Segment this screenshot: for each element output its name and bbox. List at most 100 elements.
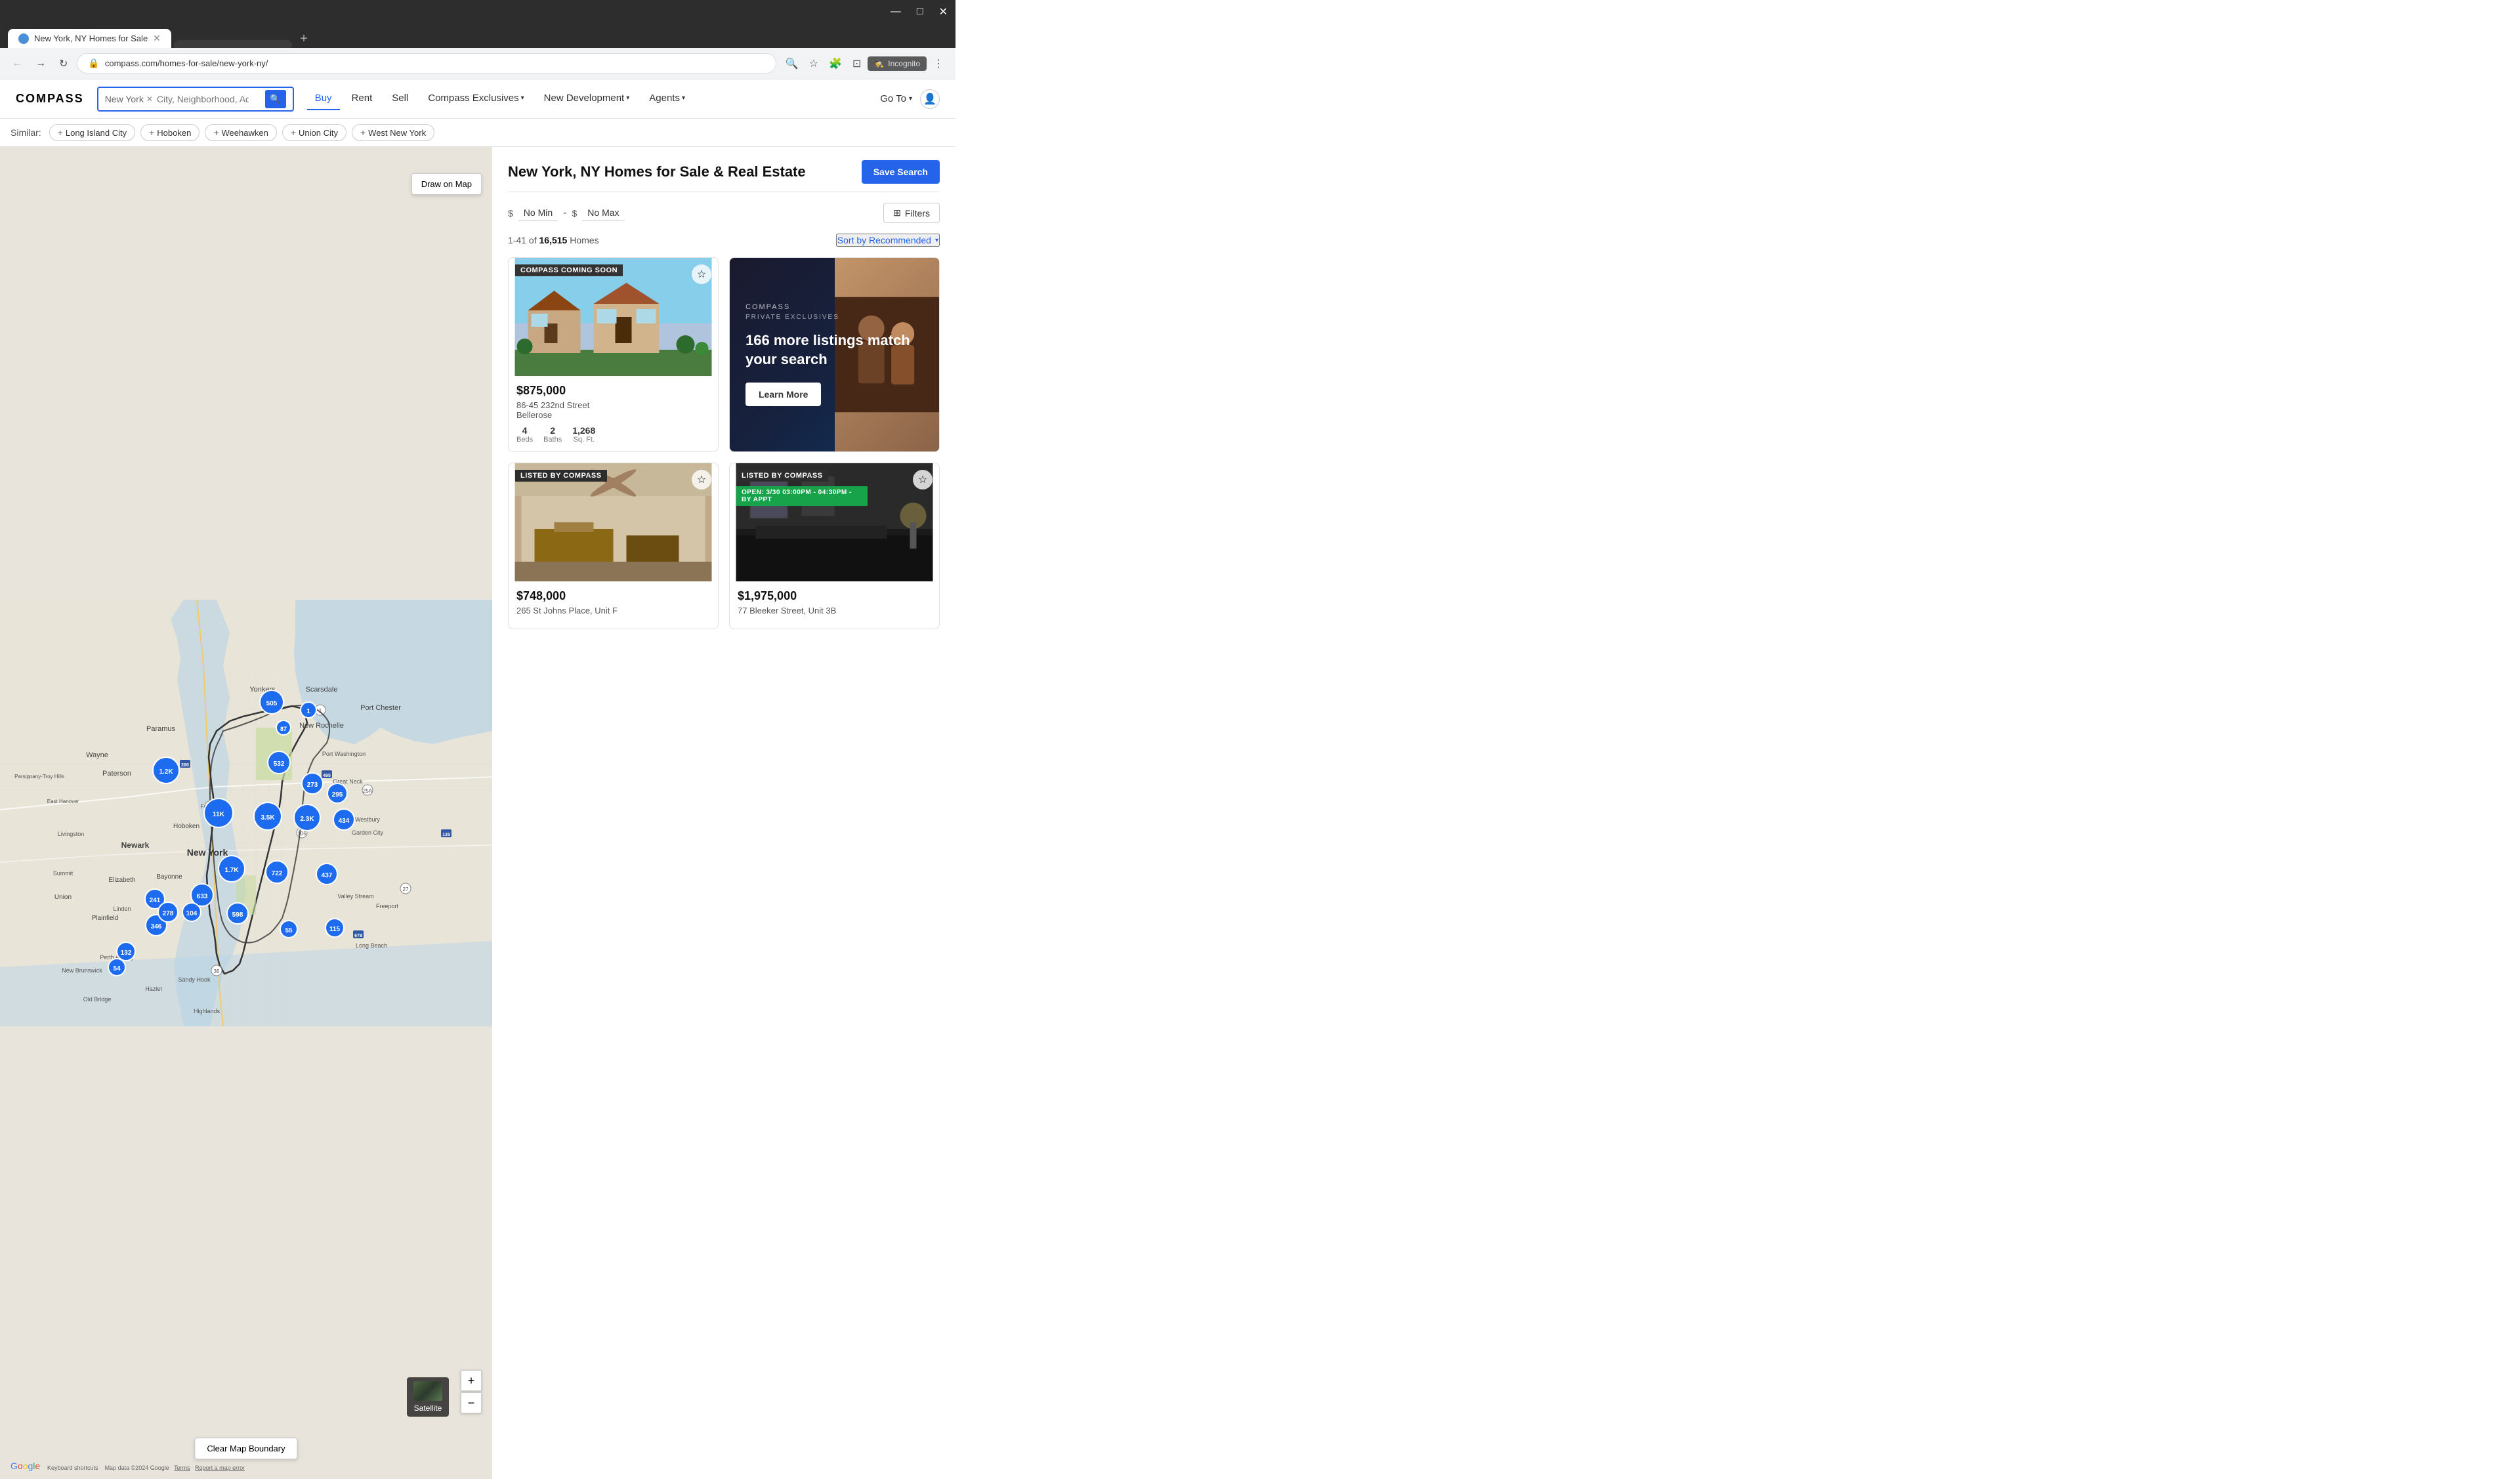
svg-text:Paterson: Paterson — [102, 770, 131, 778]
draw-on-map-button[interactable]: Draw on Map — [411, 173, 482, 195]
browser-actions: 🔍 ☆ 🧩 ⊡ 🕵 Incognito ⋮ — [782, 54, 948, 73]
keyboard-shortcuts[interactable]: Keyboard shortcuts — [47, 1465, 98, 1471]
max-price-input[interactable]: No Max — [582, 205, 624, 221]
learn-more-button[interactable]: Learn More — [746, 383, 821, 406]
sort-label: Sort by Recommended — [837, 235, 931, 245]
nav-buy[interactable]: Buy — [307, 87, 340, 110]
back-button[interactable]: ← — [8, 55, 26, 72]
plus-icon: + — [58, 127, 63, 138]
similar-tag-label: West New York — [368, 128, 426, 138]
maximize-button[interactable]: □ — [909, 2, 931, 22]
coming-soon-label: COMPASS COMING SOON — [520, 266, 618, 274]
listing-card-private-exclusives[interactable]: COMPASS PRIVATE EXCLUSIVES 166 more list… — [729, 257, 940, 452]
sort-button[interactable]: Sort by Recommended ▾ — [836, 234, 940, 247]
favorite-button[interactable]: ☆ — [692, 470, 711, 490]
forward-button[interactable]: → — [32, 55, 50, 72]
url-text: compass.com/homes-for-sale/new-york-ny/ — [105, 58, 765, 68]
map-report[interactable]: Report a map error — [195, 1465, 245, 1471]
beds-value: 4 — [522, 425, 528, 436]
search-page-button[interactable]: 🔍 — [782, 54, 803, 73]
filters-button[interactable]: ⊞ Filters — [883, 203, 940, 223]
svg-text:Parsippany-Troy Hills: Parsippany-Troy Hills — [14, 774, 64, 780]
search-bar[interactable]: New York ✕ 🔍 — [97, 87, 294, 112]
search-location-text: New York — [105, 94, 144, 104]
listing-card-748k[interactable]: LISTED BY COMPASS ☆ $748,000 265 St John… — [508, 463, 719, 629]
zoom-out-button[interactable]: − — [461, 1392, 482, 1413]
results-count-bar: 1-41 of 16,515 Homes Sort by Recommended… — [508, 234, 940, 247]
svg-text:1: 1 — [306, 708, 310, 715]
svg-text:Westbury: Westbury — [355, 816, 380, 823]
profile-button[interactable]: ⊡ — [849, 54, 865, 73]
listing-image: COMPASS COMING SOON ☆ — [509, 258, 718, 376]
save-search-button[interactable]: Save Search — [862, 160, 940, 184]
bookmark-button[interactable]: ☆ — [805, 54, 822, 73]
zoom-in-button[interactable]: + — [461, 1370, 482, 1391]
clear-boundary-button[interactable]: Clear Map Boundary — [194, 1438, 297, 1459]
min-price-input[interactable]: No Min — [518, 205, 558, 221]
active-tab[interactable]: New York, NY Homes for Sale ✕ — [8, 29, 171, 48]
nav-compass-exclusives[interactable]: Compass Exclusives ▾ — [420, 87, 532, 110]
tab-close-button[interactable]: ✕ — [153, 33, 161, 44]
svg-text:Elizabeth: Elizabeth — [108, 877, 135, 884]
similar-tag-west-new-york[interactable]: + West New York — [352, 124, 434, 141]
svg-text:Livingston: Livingston — [58, 831, 85, 837]
nav-new-development[interactable]: New Development ▾ — [536, 87, 638, 110]
results-text: 1-41 of 16,515 Homes — [508, 235, 599, 245]
similar-tag-hoboken[interactable]: + Hoboken — [140, 124, 200, 141]
compass-logo[interactable]: COMPASS — [16, 92, 84, 106]
listing-card-1975k[interactable]: LISTED BY COMPASS OPEN: 3/30 03:00PM - 0… — [729, 463, 940, 629]
search-input[interactable] — [157, 94, 249, 104]
exclusives-chevron-icon: ▾ — [521, 94, 524, 102]
svg-text:Wayne: Wayne — [86, 751, 108, 759]
reload-button[interactable]: ↻ — [55, 54, 72, 73]
svg-text:241: 241 — [150, 897, 161, 904]
svg-text:87: 87 — [280, 726, 287, 732]
svg-text:295: 295 — [332, 791, 343, 799]
inactive-tab[interactable] — [174, 40, 292, 48]
similar-tag-union-city[interactable]: + Union City — [282, 124, 346, 141]
lock-icon: 🔒 — [88, 58, 99, 69]
private-card-title: 166 more listings match your search — [746, 331, 923, 369]
address-bar[interactable]: 🔒 compass.com/homes-for-sale/new-york-ny… — [77, 53, 776, 73]
map-container[interactable]: 24 106 25A 1 27 9 36 280 440 — [0, 147, 492, 1479]
filter-icon: ⊞ — [893, 207, 901, 219]
map-footer: Keyboard shortcuts Map data ©2024 Google… — [47, 1465, 245, 1471]
similar-tag-label: Weehawken — [222, 128, 268, 138]
svg-text:104: 104 — [186, 910, 198, 917]
svg-text:36: 36 — [214, 969, 220, 974]
user-account-button[interactable]: 👤 — [920, 89, 940, 109]
map-terms[interactable]: Terms — [174, 1465, 190, 1471]
favorite-button[interactable]: ☆ — [692, 264, 711, 284]
search-location-clear[interactable]: ✕ — [146, 94, 153, 104]
nav-sell[interactable]: Sell — [384, 87, 416, 110]
minimize-button[interactable]: — — [883, 2, 909, 22]
svg-text:132: 132 — [121, 949, 132, 957]
favorite-button[interactable]: ☆ — [913, 470, 933, 490]
close-button[interactable]: ✕ — [931, 1, 956, 22]
svg-text:Valley Stream: Valley Stream — [337, 893, 373, 900]
listing-card-coming-soon[interactable]: COMPASS COMING SOON ☆ $875,000 86-45 232… — [508, 257, 719, 452]
nav-agents[interactable]: Agents ▾ — [641, 87, 693, 110]
incognito-badge: 🕵 Incognito — [868, 56, 927, 71]
search-submit-button[interactable]: 🔍 — [265, 90, 286, 108]
svg-text:East Hanover: East Hanover — [47, 799, 79, 804]
main-nav: Buy Rent Sell Compass Exclusives ▾ New D… — [307, 87, 693, 110]
svg-text:3.5K: 3.5K — [261, 814, 275, 822]
similar-tag-long-island-city[interactable]: + Long Island City — [49, 124, 135, 141]
goto-button[interactable]: Go To ▾ — [872, 88, 920, 110]
svg-text:Newark: Newark — [121, 841, 150, 850]
zoom-controls: + − — [461, 1370, 482, 1413]
svg-text:633: 633 — [197, 893, 208, 900]
extensions-button[interactable]: 🧩 — [825, 54, 846, 73]
new-tab-button[interactable]: + — [295, 30, 313, 48]
nav-rent[interactable]: Rent — [344, 87, 381, 110]
svg-text:1.7K: 1.7K — [224, 867, 239, 874]
satellite-toggle[interactable]: Satellite — [407, 1377, 449, 1417]
svg-text:Summit: Summit — [53, 870, 74, 877]
menu-button[interactable]: ⋮ — [929, 54, 948, 73]
similar-tag-weehawken[interactable]: + Weehawken — [205, 124, 277, 141]
browser-chrome: New York, NY Homes for Sale ✕ + — [0, 24, 956, 48]
main-content: 24 106 25A 1 27 9 36 280 440 — [0, 147, 956, 1479]
svg-text:437: 437 — [322, 872, 333, 879]
listing-price: $875,000 — [516, 384, 710, 398]
